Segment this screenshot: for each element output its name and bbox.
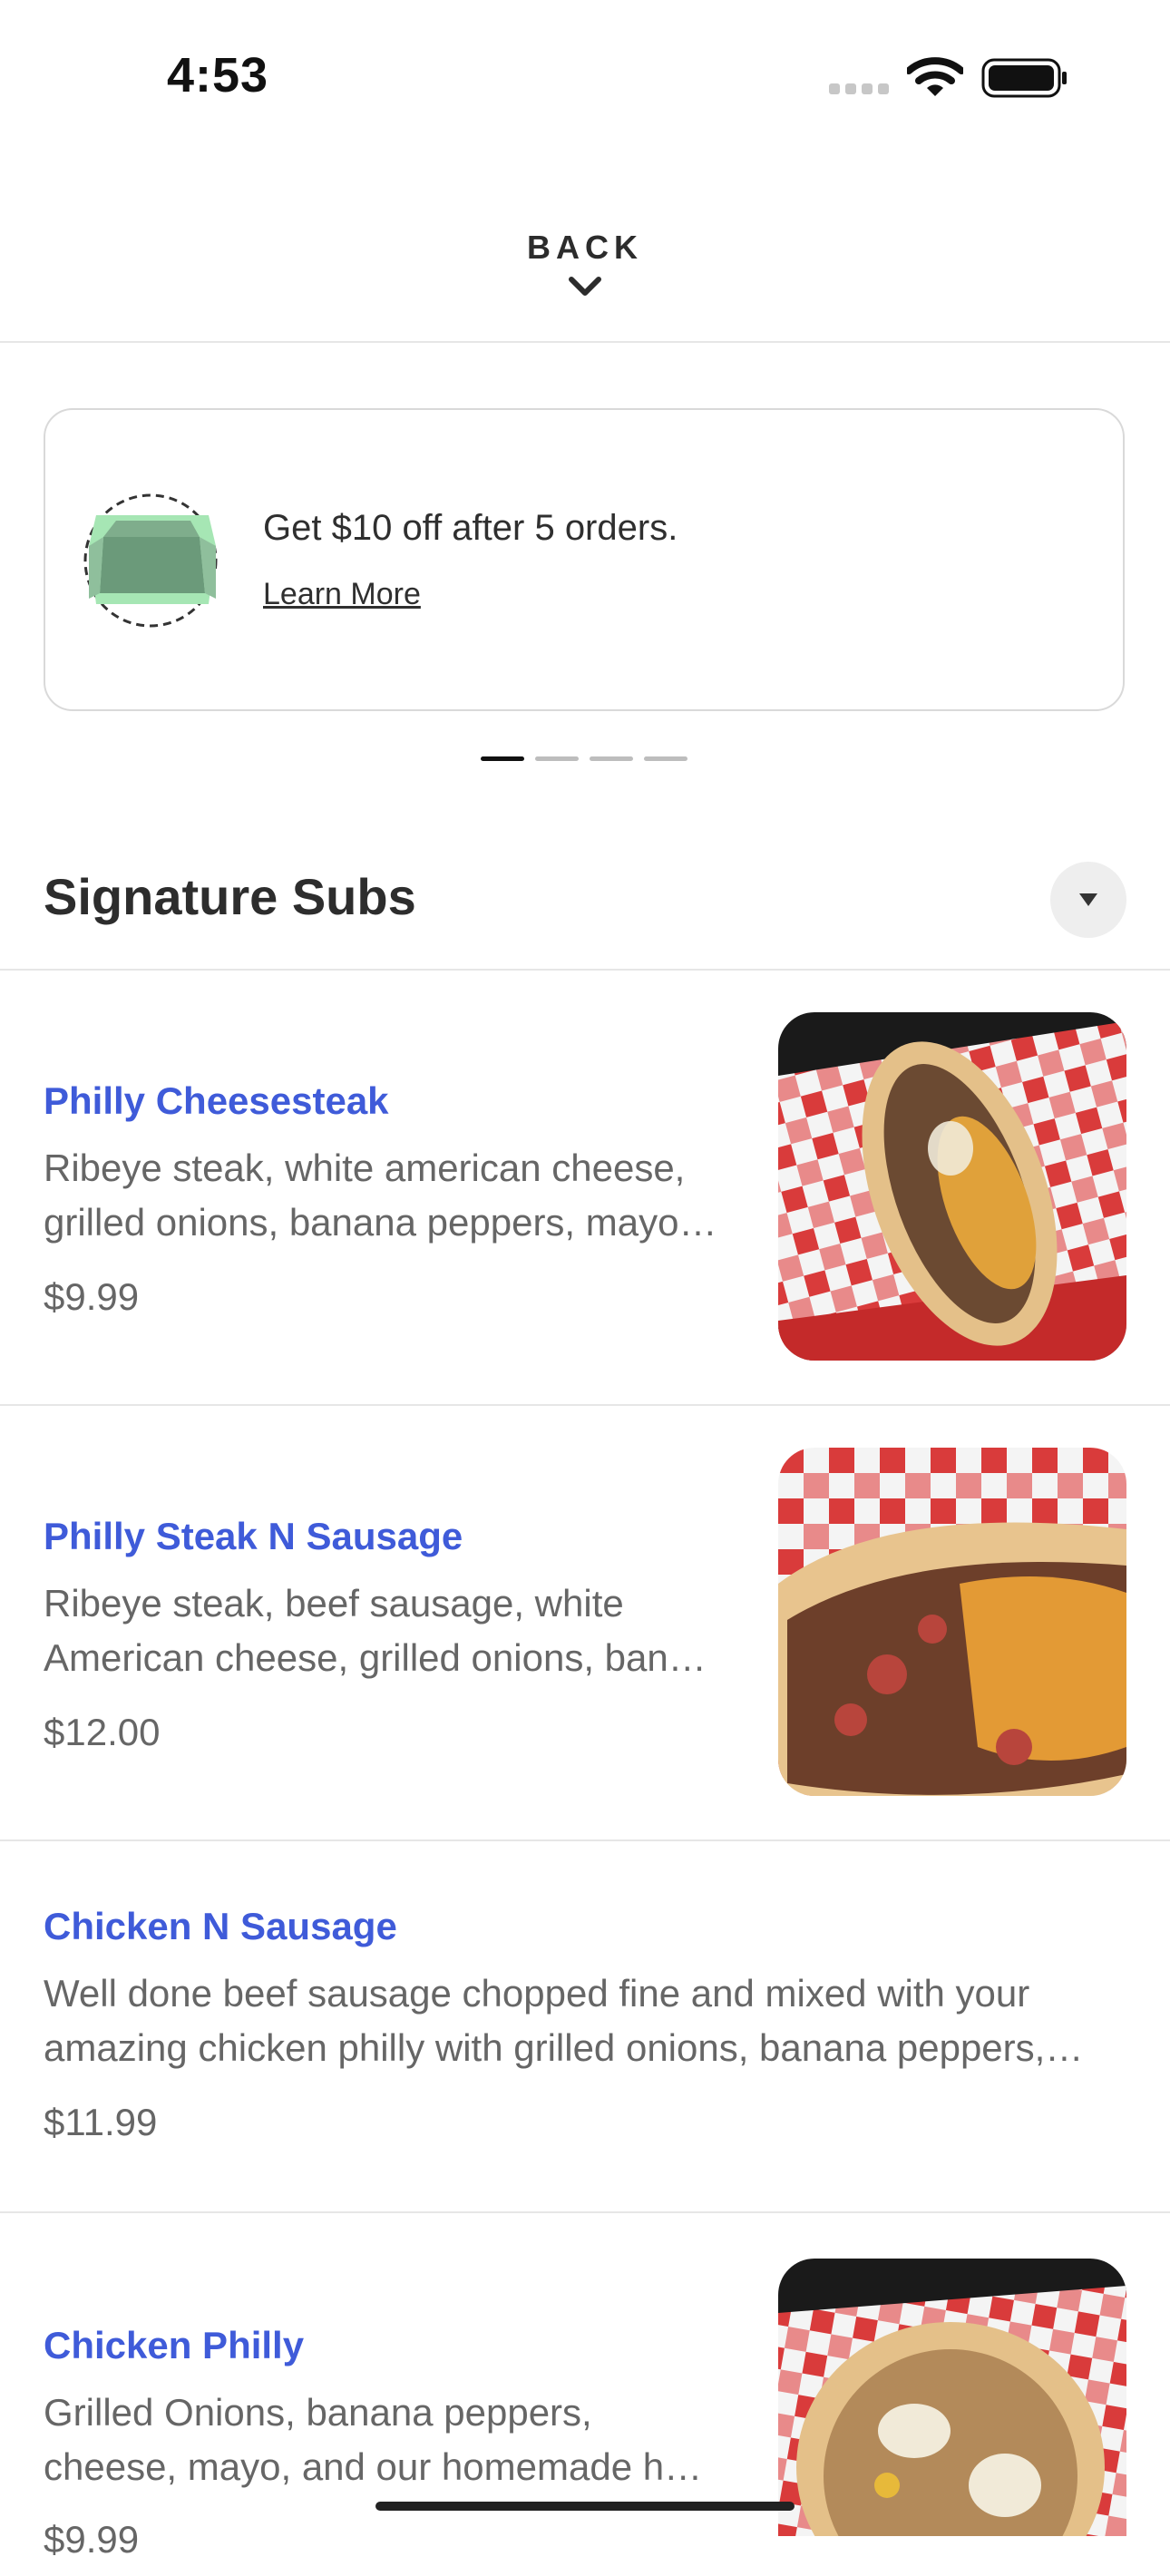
item-price: $11.99 xyxy=(44,2101,158,2143)
chevron-down-icon xyxy=(569,277,601,296)
item-description-line: Ribeye steak, white american cheese, xyxy=(44,1147,686,1189)
item-description: Grilled Onions, banana peppers, cheese, … xyxy=(44,2386,702,2494)
wifi-icon xyxy=(907,57,963,96)
status-time: 4:53 xyxy=(167,48,269,102)
menu-item[interactable]: Chicken N Sausage Well done beef sausage… xyxy=(0,1841,1170,2213)
section-header: Signature Subs xyxy=(0,853,1170,971)
carousel-pagination xyxy=(481,756,689,762)
item-name: Philly Steak N Sausage xyxy=(44,1515,463,1557)
item-description-line: cheese, mayo, and our homemade h… xyxy=(44,2445,703,2488)
item-description-line: grilled onions, banana peppers, mayo… xyxy=(44,1201,717,1244)
section-title: Signature Subs xyxy=(44,868,416,925)
cellular-signal-icon xyxy=(829,83,892,96)
item-price: $9.99 xyxy=(44,1275,140,1318)
item-name: Philly Cheesesteak xyxy=(44,1079,389,1122)
item-description-line: Ribeye steak, beef sausage, white xyxy=(44,1582,624,1625)
item-description: Ribeye steak, white american cheese, gri… xyxy=(44,1141,717,1250)
menu-item[interactable]: Philly Cheesesteak Ribeye steak, white a… xyxy=(0,971,1170,1406)
battery-icon xyxy=(981,58,1067,98)
carousel-dot[interactable] xyxy=(481,756,524,761)
carousel-dot[interactable] xyxy=(535,756,579,761)
back-button[interactable]: BACK xyxy=(517,216,653,316)
loyalty-promo-card[interactable]: Get $10 off after 5 orders. Learn More xyxy=(44,408,1125,711)
menu-item[interactable]: Chicken Philly Grilled Onions, banana pe… xyxy=(0,2213,1170,2576)
item-price: $12.00 xyxy=(44,1711,161,1753)
item-photo xyxy=(778,1448,1126,1796)
sheet-header: BACK xyxy=(0,207,1170,343)
item-description: Well done beef sausage chopped fine and … xyxy=(44,1966,1083,2075)
item-description: Ribeye steak, beef sausage, white Americ… xyxy=(44,1576,707,1685)
item-name: Chicken Philly xyxy=(44,2324,305,2366)
carousel-dot[interactable] xyxy=(644,756,687,761)
item-description-line: American cheese, grilled onions, ban… xyxy=(44,1636,707,1679)
item-photo xyxy=(778,2259,1126,2536)
promo-text: Get $10 off after 5 orders. xyxy=(263,508,678,548)
menu-item[interactable]: Philly Steak N Sausage Ribeye steak, bee… xyxy=(0,1406,1170,1841)
item-price: $9.99 xyxy=(44,2518,140,2561)
triangle-down-icon xyxy=(1079,893,1097,906)
item-description-line: Grilled Onions, banana peppers, xyxy=(44,2391,592,2434)
food-box-icon xyxy=(83,493,218,628)
back-label: BACK xyxy=(527,229,643,266)
item-description-line: amazing chicken philly with grilled onio… xyxy=(44,2026,1084,2069)
section-collapse-button[interactable] xyxy=(1050,862,1126,938)
item-description-line: Well done beef sausage chopped fine and … xyxy=(44,1972,1030,2015)
item-name: Chicken N Sausage xyxy=(44,1905,397,1947)
home-indicator xyxy=(375,2502,795,2511)
status-bar: 4:53 xyxy=(0,0,1170,145)
learn-more-link[interactable]: Learn More xyxy=(263,577,421,612)
item-photo xyxy=(778,1012,1126,1361)
carousel-dot[interactable] xyxy=(590,756,633,761)
